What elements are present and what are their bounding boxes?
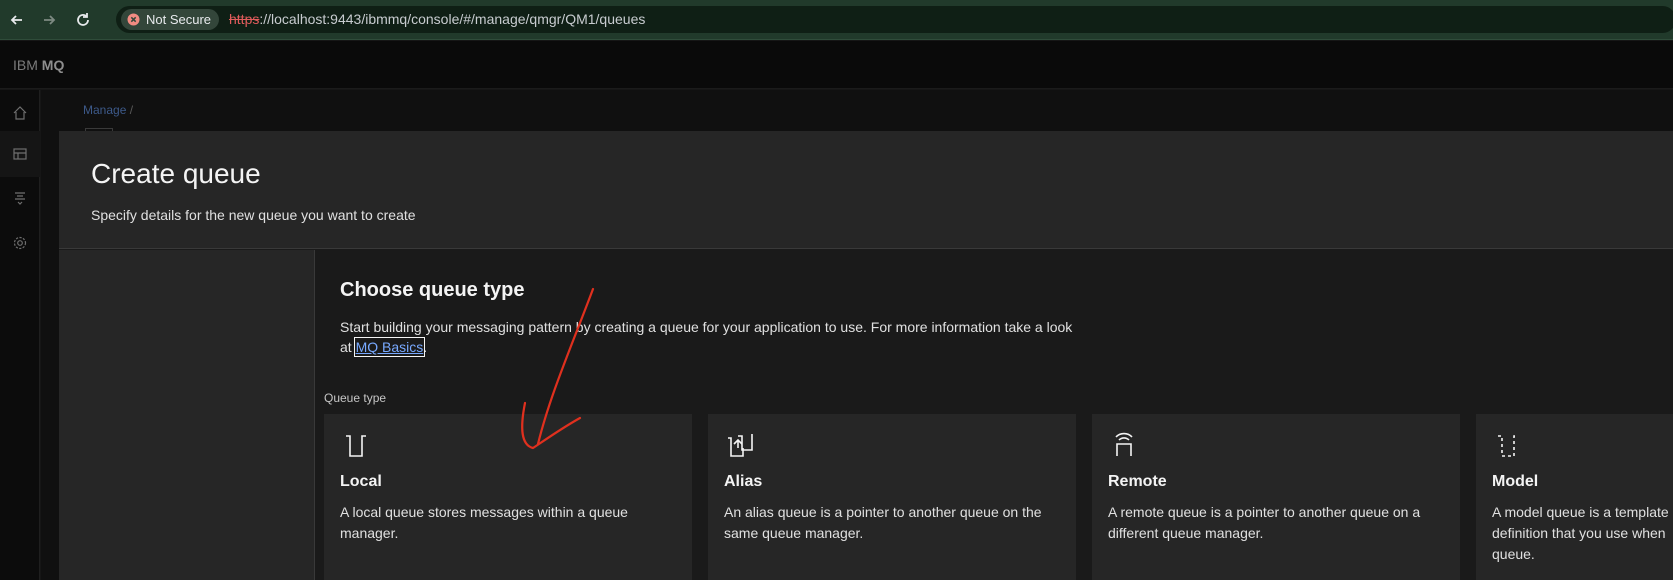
reload-icon — [77, 13, 89, 26]
nav-home[interactable] — [0, 90, 40, 136]
tile-title: Model — [1492, 473, 1539, 490]
brand-prefix: IBM — [13, 57, 42, 73]
reload-button[interactable] — [72, 9, 94, 31]
local-queue-icon — [346, 435, 366, 457]
mq-basics-link[interactable]: MQ Basics — [353, 337, 426, 357]
tile-title: Remote — [1108, 473, 1167, 490]
app-header: IBM MQ — [0, 41, 1673, 89]
remote-queue-icon — [1115, 432, 1133, 456]
security-indicator[interactable]: Not Secure — [121, 9, 220, 30]
warning-circle-icon — [127, 13, 140, 26]
brand-bold: MQ — [41, 57, 65, 73]
modal-side-panel — [59, 250, 315, 580]
modal-description: Specify details for the new queue you wa… — [91, 207, 416, 223]
create-queue-modal: Create queue Specify details for the new… — [59, 131, 1673, 580]
url-text[interactable]: https://localhost:9443/ibmmq/console/#/m… — [229, 11, 645, 27]
tile-model[interactable]: Model A model queue is a template defini… — [1476, 414, 1673, 580]
breadcrumb-manage[interactable]: Manage — [83, 103, 126, 117]
tile-description: A remote queue is a pointer to another q… — [1108, 504, 1421, 541]
modal-header: Create queue Specify details for the new… — [59, 131, 1673, 249]
model-queue-icon — [1498, 435, 1518, 457]
tile-description: A model queue is a template definition t… — [1492, 504, 1669, 562]
section-description-end: . — [423, 339, 428, 355]
product-name[interactable]: IBM MQ — [13, 57, 64, 73]
security-label: Not Secure — [146, 12, 212, 27]
back-button[interactable] — [6, 9, 28, 31]
tile-title: Local — [340, 473, 382, 490]
alias-queue-icon — [728, 434, 753, 457]
arrow-right-icon — [44, 15, 56, 25]
forward-button[interactable] — [38, 9, 60, 31]
tile-alias[interactable]: Alias An alias queue is a pointer to ano… — [708, 414, 1076, 580]
url-scheme: https — [229, 11, 260, 27]
nav-queue-managers[interactable] — [0, 175, 40, 221]
side-nav — [0, 90, 40, 580]
tile-title: Alias — [724, 473, 763, 490]
tile-description: An alias queue is a pointer to another q… — [724, 504, 1042, 541]
url-path: ://localhost:9443/ibmmq/console/#/manage… — [259, 11, 646, 27]
queue-manager-icon — [15, 192, 25, 205]
tile-local[interactable]: Local A local queue stores messages with… — [324, 414, 692, 580]
tile-description: A local queue stores messages within a q… — [340, 504, 628, 541]
section-description: Start building your messaging pattern by… — [340, 317, 1080, 357]
nav-settings[interactable] — [0, 220, 40, 266]
queue-type-label: Queue type — [324, 391, 387, 405]
browser-toolbar: Not Secure https://localhost:9443/ibmmq/… — [0, 0, 1673, 40]
arrow-left-icon — [10, 15, 22, 25]
modal-title: Create queue — [91, 158, 261, 189]
breadcrumb-separator: / — [129, 103, 134, 117]
home-icon — [13, 106, 27, 120]
gear-icon — [13, 236, 27, 250]
nav-manage[interactable] — [0, 131, 40, 177]
table-icon — [13, 148, 27, 160]
section-title: Choose queue type — [340, 279, 525, 301]
section-description-text: Start building your messaging pattern by… — [340, 319, 1073, 355]
breadcrumb: Manage / — [83, 103, 133, 117]
tile-remote[interactable]: Remote A remote queue is a pointer to an… — [1092, 414, 1460, 580]
